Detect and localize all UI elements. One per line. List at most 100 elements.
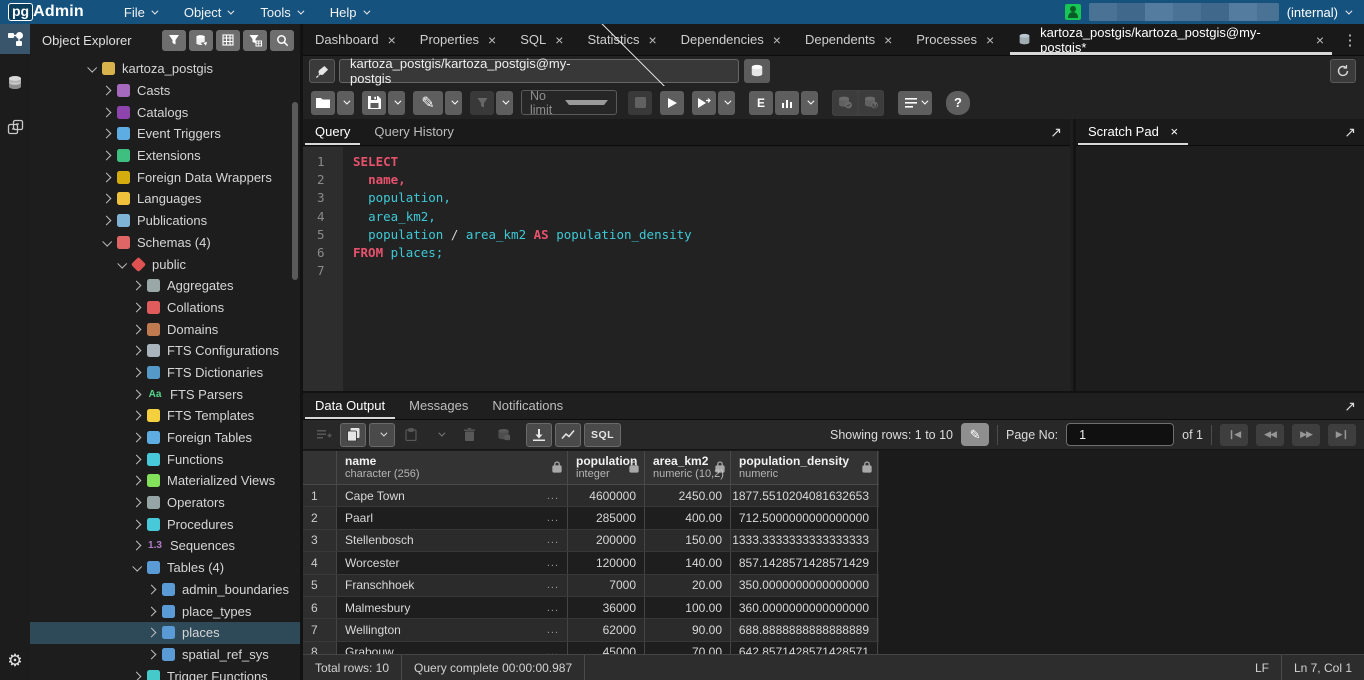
new-connection-icon[interactable] (744, 59, 770, 83)
expand-output-icon[interactable]: ↗ (1344, 398, 1356, 415)
expand-scratch-pad-icon[interactable]: ↗ (1344, 124, 1356, 141)
filter-rows-icon[interactable] (470, 91, 494, 115)
cell-name[interactable]: Malmesbury... (337, 597, 568, 618)
expand-icon[interactable] (99, 149, 113, 163)
paste-menu-icon[interactable] (427, 423, 453, 447)
expand-icon[interactable] (144, 604, 158, 618)
cell-population_density[interactable]: 688.8888888888888889 (731, 619, 878, 640)
expand-icon[interactable] (129, 669, 143, 680)
tree-item-functions[interactable]: Functions (30, 448, 300, 470)
download-results-icon[interactable] (526, 423, 552, 447)
menu-object[interactable]: Object (170, 0, 247, 24)
next-page-icon[interactable]: ▶▶ (1292, 424, 1320, 446)
close-tab-icon[interactable]: × (388, 32, 396, 48)
cell-population[interactable]: 7000 (568, 575, 645, 596)
expand-icon[interactable] (129, 279, 143, 293)
commit-icon[interactable] (833, 91, 857, 115)
cursor-position-label[interactable]: Ln 7, Col 1 (1282, 661, 1364, 675)
query-tool-rail-icon[interactable] (0, 68, 30, 98)
tree-item-fts-templates[interactable]: FTS Templates (30, 405, 300, 427)
tree-item-public[interactable]: public (30, 253, 300, 275)
expand-icon[interactable] (99, 170, 113, 184)
edit-icon[interactable]: ✎ (413, 91, 443, 115)
cell-name[interactable]: Worcester... (337, 552, 568, 573)
rollback-icon[interactable] (859, 91, 883, 115)
tree-item-procedures[interactable]: Procedures (30, 513, 300, 535)
execute-query-icon[interactable] (660, 91, 684, 115)
cell-area_km2[interactable]: 90.00 (645, 619, 731, 640)
row-number-cell[interactable]: 5 (303, 575, 337, 596)
cell-population[interactable]: 4600000 (568, 485, 645, 506)
tab-dependents[interactable]: Dependents× (793, 24, 904, 55)
tree-item-catalogs[interactable]: Catalogs (30, 101, 300, 123)
tab-dependencies[interactable]: Dependencies× (669, 24, 793, 55)
column-header-name[interactable]: namecharacter (256) (337, 451, 568, 484)
cell-population[interactable]: 120000 (568, 552, 645, 573)
cell-population_density[interactable]: 712.5000000000000000 (731, 507, 878, 528)
row-limit-select[interactable]: No limit (521, 90, 617, 115)
refresh-db-icon[interactable] (189, 30, 213, 51)
open-file-icon[interactable] (311, 91, 335, 115)
connection-status-icon[interactable] (309, 59, 335, 83)
cell-area_km2[interactable]: 70.00 (645, 642, 731, 654)
cell-population[interactable]: 285000 (568, 507, 645, 528)
cell-population[interactable]: 200000 (568, 530, 645, 551)
save-data-changes-icon[interactable] (491, 423, 517, 447)
close-tab-icon[interactable]: × (648, 32, 656, 48)
menu-help[interactable]: Help (316, 0, 382, 24)
copy-menu-icon[interactable] (369, 423, 395, 447)
collapse-icon[interactable] (114, 257, 128, 271)
editor-tab-query-history[interactable]: Query History (362, 119, 465, 145)
search-icon[interactable] (270, 30, 294, 51)
save-file-menu-icon[interactable] (388, 91, 405, 115)
eol-indicator[interactable]: LF (1243, 661, 1281, 675)
explain-analyze-icon[interactable] (775, 91, 799, 115)
user-menu[interactable]: (internal) (1287, 5, 1350, 20)
expand-icon[interactable] (144, 647, 158, 661)
cell-population_density[interactable]: 857.1428571428571429 (731, 552, 878, 573)
explain-icon[interactable]: E (749, 91, 773, 115)
cell-population[interactable]: 36000 (568, 597, 645, 618)
column-header-area_km2[interactable]: area_km2numeric (10,2) (645, 451, 731, 484)
expand-icon[interactable] (129, 409, 143, 423)
cell-area_km2[interactable]: 2450.00 (645, 485, 731, 506)
edit-range-pencil-icon[interactable]: ✎ (961, 423, 989, 446)
expand-icon[interactable] (99, 105, 113, 119)
tree-item-publications[interactable]: Publications (30, 210, 300, 232)
tree-item-domains[interactable]: Domains (30, 318, 300, 340)
tab-properties[interactable]: Properties× (408, 24, 508, 55)
explain-menu-icon[interactable] (801, 91, 818, 115)
row-number-cell[interactable]: 8 (303, 642, 337, 654)
paste-icon[interactable] (398, 423, 424, 447)
close-tab-icon[interactable]: × (884, 32, 892, 48)
expand-icon[interactable] (99, 214, 113, 228)
expand-icon[interactable] (99, 127, 113, 141)
close-icon[interactable]: × (1170, 124, 1178, 139)
connection-selector[interactable]: kartoza_postgis/kartoza_postgis@my-postg… (339, 59, 739, 83)
cell-population[interactable]: 45000 (568, 642, 645, 654)
cell-population_density[interactable]: 350.0000000000000000 (731, 575, 878, 596)
row-number-cell[interactable]: 1 (303, 485, 337, 506)
row-number-cell[interactable]: 7 (303, 619, 337, 640)
cell-name[interactable]: Cape Town... (337, 485, 568, 506)
delete-row-icon[interactable] (456, 423, 482, 447)
schema-diff-rail-icon[interactable] (0, 112, 30, 142)
graph-visualiser-icon[interactable] (555, 423, 581, 447)
expand-icon[interactable] (99, 84, 113, 98)
filter-menu-icon[interactable] (496, 91, 513, 115)
tree-item-trigger-functions[interactable]: Trigger Functions (30, 665, 300, 680)
cell-population_density[interactable]: 360.0000000000000000 (731, 597, 878, 618)
first-page-icon[interactable]: ❙◀ (1220, 424, 1248, 446)
expand-icon[interactable] (129, 517, 143, 531)
cell-area_km2[interactable]: 400.00 (645, 507, 731, 528)
column-header-population_density[interactable]: population_densitynumeric (731, 451, 878, 484)
expand-icon[interactable] (129, 300, 143, 314)
cell-area_km2[interactable]: 100.00 (645, 597, 731, 618)
expand-icon[interactable] (129, 344, 143, 358)
column-header-population[interactable]: populationinteger (568, 451, 645, 484)
scratch-pad-body[interactable] (1076, 147, 1364, 391)
copy-icon[interactable] (340, 423, 366, 447)
tab-kartoza-postgis-kartoza-postgi[interactable]: kartoza_postgis/kartoza_postgis@my-postg… (1006, 24, 1336, 55)
tree-item-places[interactable]: places (30, 622, 300, 644)
row-number-cell[interactable]: 3 (303, 530, 337, 551)
